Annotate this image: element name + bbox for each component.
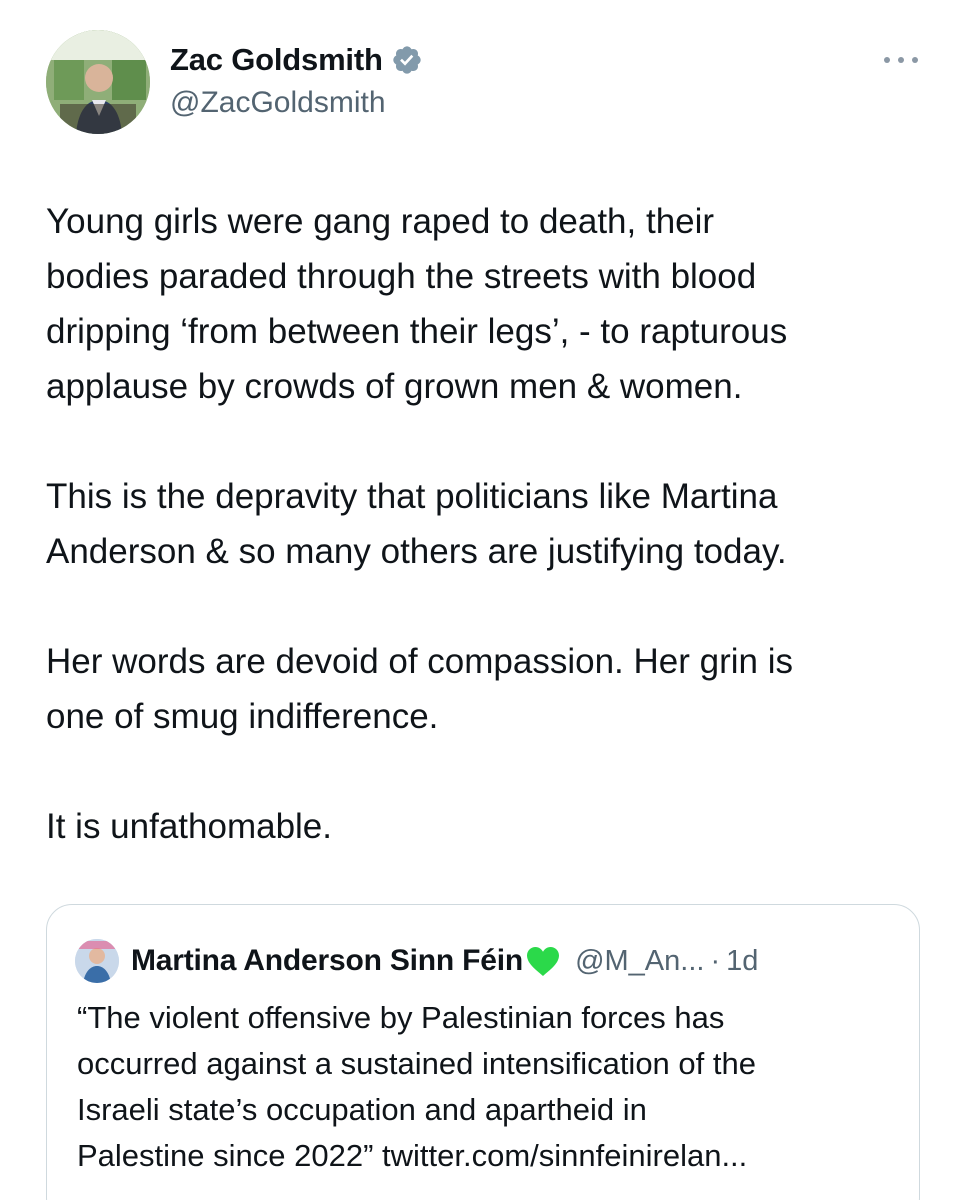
tweet-paragraph: It is unfathomable. — [46, 807, 332, 846]
quoted-author-handle[interactable]: @M_An... — [575, 945, 704, 978]
quoted-tweet-line: Israeli state’s occupation and apartheid… — [77, 1092, 647, 1127]
quoted-tweet-line: occurred against a sustained intensifica… — [77, 1046, 756, 1081]
quoted-tweet-line: “The violent offensive by Palestinian fo… — [77, 1000, 725, 1035]
author-display-name[interactable]: Zac Goldsmith — [170, 42, 383, 78]
tweet-paragraph: Young girls were gang raped to death, th… — [46, 202, 788, 406]
more-options-icon[interactable] — [884, 50, 918, 70]
tweet-header: Zac Goldsmith @ZacGoldsmith — [46, 30, 926, 134]
quoted-tweet-line[interactable]: Palestine since 2022” twitter.com/sinnfe… — [77, 1133, 907, 1179]
quoted-tweet-body: “The violent offensive by Palestinian fo… — [77, 995, 907, 1179]
tweet-paragraph: Her words are devoid of compassion. Her … — [46, 642, 793, 736]
quoted-author-display-name[interactable]: Martina Anderson Sinn Féin — [131, 944, 523, 978]
verified-badge-icon — [393, 46, 421, 74]
author-handle[interactable]: @ZacGoldsmith — [170, 86, 423, 120]
author-avatar[interactable] — [46, 30, 150, 134]
meta-separator: · — [710, 944, 721, 977]
tweet-paragraph: This is the depravity that politicians l… — [46, 477, 787, 571]
green-heart-icon — [527, 947, 560, 976]
tweet-body: Young girls were gang raped to death, th… — [46, 194, 936, 854]
quoted-author-avatar[interactable] — [75, 939, 119, 983]
quoted-tweet-header: Martina Anderson Sinn Féin @M_An... · 1d — [75, 939, 758, 983]
quoted-tweet-timestamp[interactable]: 1d — [726, 945, 758, 978]
quoted-tweet-card[interactable]: Martina Anderson Sinn Féin @M_An... · 1d… — [46, 904, 920, 1200]
